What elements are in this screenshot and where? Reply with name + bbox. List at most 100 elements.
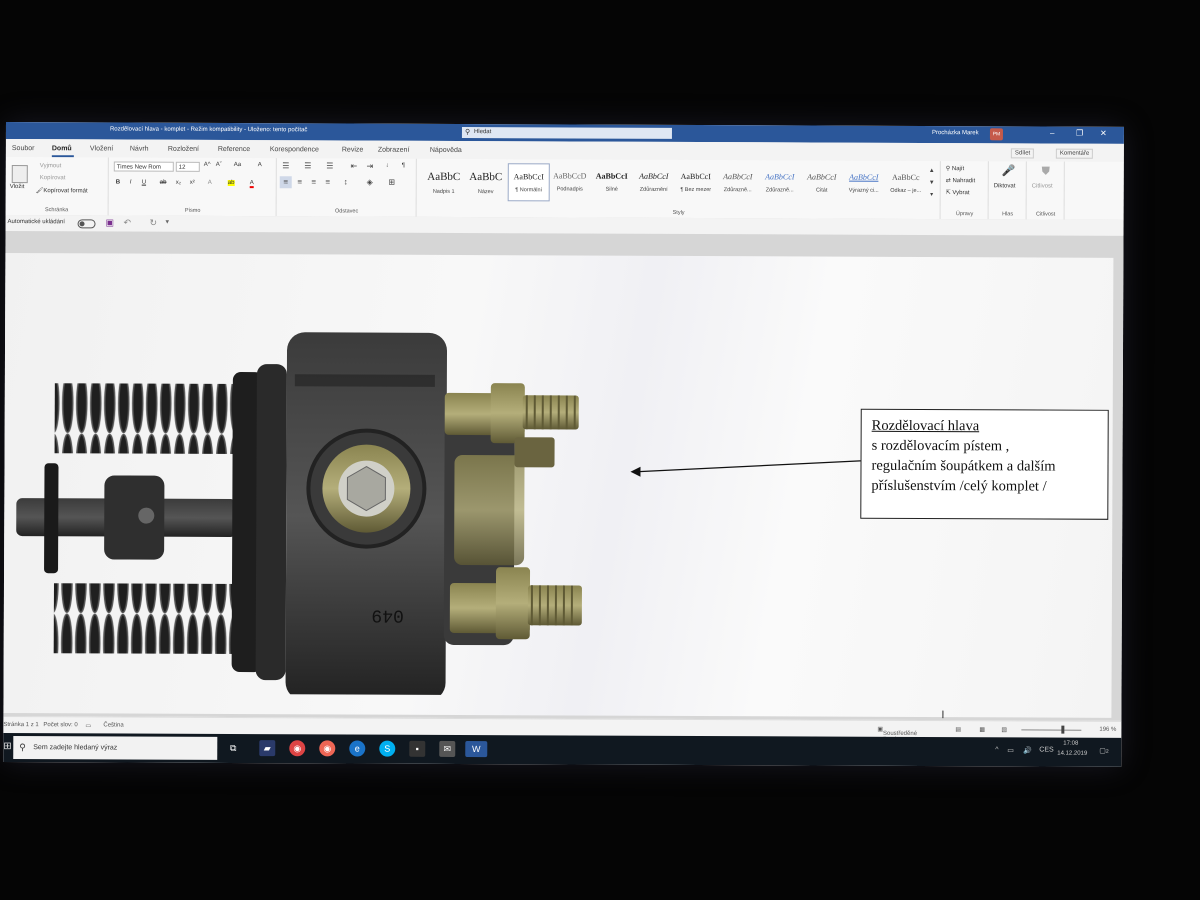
subscript-button[interactable]: x₂ <box>176 180 181 186</box>
style-item[interactable]: AaBbC Název <box>466 163 506 199</box>
sensitivity-icon[interactable]: ⛊ <box>1040 166 1052 178</box>
italic-button[interactable]: I <box>130 180 132 186</box>
notifications-icon[interactable]: ▢2 <box>1099 747 1108 755</box>
volume-icon[interactable]: 🔊 <box>1023 746 1032 754</box>
page-count[interactable]: Stránka 1 z 1 <box>3 722 38 728</box>
find-button[interactable]: ⚲ Najít <box>946 165 964 172</box>
clock-date[interactable]: 14.12.2019 <box>1057 751 1087 757</box>
tab-rozlozeni[interactable]: Rozložení <box>168 146 199 153</box>
font-size-select[interactable]: 12 <box>175 161 200 172</box>
decrease-indent-icon[interactable]: ⇤ <box>348 160 360 172</box>
comments-button[interactable]: Komentáře <box>1055 148 1094 159</box>
style-item[interactable]: AaBbCc Odkaz – je... <box>886 165 926 201</box>
autosave-toggle[interactable] <box>77 219 96 229</box>
style-item[interactable]: AaBbCcI Zdůrazně... <box>718 164 758 200</box>
network-icon[interactable]: ▭ <box>1007 746 1014 754</box>
input-language[interactable]: CES <box>1039 747 1053 754</box>
sensitivity-button[interactable]: Citlivost <box>1032 183 1053 189</box>
word-count[interactable]: Počet slov: 0 <box>43 722 77 728</box>
format-painter-button[interactable]: 🖌Kopírovat formát <box>36 187 88 194</box>
highlight-button[interactable]: ab <box>227 179 235 186</box>
line-spacing-icon[interactable]: ↕ <box>340 176 352 188</box>
mail-icon[interactable]: ✉ <box>439 740 456 757</box>
share-button[interactable]: Sdílet <box>1010 148 1035 159</box>
style-item[interactable]: AaBbCcI Citát <box>802 164 842 200</box>
multilevel-list-icon[interactable]: ☰ <box>324 160 336 172</box>
styles-scroll-down-icon[interactable]: ▼ <box>926 177 938 189</box>
print-layout-icon[interactable]: ▦ <box>979 726 985 733</box>
document-page[interactable]: 049 Rozdělovací hlava s rozdělovacím pís… <box>3 252 1114 721</box>
tab-revize[interactable]: Revize <box>342 146 363 153</box>
change-case-button[interactable]: Aa <box>234 162 241 168</box>
shrink-font-button[interactable]: Aˇ <box>216 162 222 168</box>
cut-button[interactable]: Vyjmout <box>40 163 61 169</box>
text-effects-button[interactable]: A <box>208 180 212 186</box>
app-icon[interactable]: ▪ <box>409 740 426 757</box>
clock-time[interactable]: 17:08 <box>1063 741 1078 747</box>
avatar[interactable]: PM <box>989 128 1003 141</box>
zoom-slider-thumb[interactable] <box>1061 725 1065 734</box>
explorer-icon[interactable]: ▰ <box>259 740 276 757</box>
user-name[interactable]: Procházka Marek <box>932 130 979 136</box>
underline-button[interactable]: U <box>142 180 146 186</box>
dictate-button[interactable]: Diktovat <box>994 183 1016 189</box>
style-item[interactable]: AaBbCcI ¶ Normální <box>507 163 550 202</box>
tab-navrh[interactable]: Návrh <box>130 146 149 153</box>
grow-font-button[interactable]: A^ <box>204 162 211 168</box>
language-indicator[interactable]: Čeština <box>103 722 123 728</box>
style-item[interactable]: AaBbC Nadpis 1 <box>424 163 464 199</box>
numbering-icon[interactable]: ☰ <box>302 160 314 172</box>
skype-icon[interactable]: S <box>379 740 396 757</box>
taskbar-search[interactable]: ⚲ Sem zadejte hledaný výraz <box>13 736 218 760</box>
edge-icon[interactable]: e <box>349 740 366 757</box>
shading-icon[interactable]: ◈ <box>364 177 376 189</box>
tab-napoveda[interactable]: Nápověda <box>430 147 462 154</box>
styles-more-icon[interactable]: ▾ <box>926 189 938 201</box>
customize-qat-icon[interactable]: ▾ <box>166 218 170 226</box>
styles-scroll-up-icon[interactable]: ▲ <box>926 165 938 177</box>
task-view-icon[interactable]: ⧉ <box>225 740 241 756</box>
strikethrough-button[interactable]: ab <box>160 180 167 186</box>
copy-button[interactable]: Kopírovat <box>40 175 66 181</box>
bullets-icon[interactable]: ☰ <box>280 160 292 172</box>
style-item[interactable]: AaBbCcI Zdůraznění <box>634 164 674 200</box>
paste-button[interactable]: Vložit <box>10 184 25 190</box>
tab-korespondence[interactable]: Korespondence <box>270 146 319 153</box>
tab-vlozeni[interactable]: Vložení <box>90 145 113 152</box>
web-layout-icon[interactable]: ▧ <box>1001 726 1007 733</box>
search-box[interactable]: ⚲ Hledat <box>461 126 672 139</box>
sort-button[interactable]: ↓ <box>386 163 389 169</box>
start-icon[interactable]: ⊞ <box>3 741 11 752</box>
zoom-level[interactable]: 196 % <box>1099 727 1116 733</box>
tab-zobrazeni[interactable]: Zobrazení <box>378 147 410 154</box>
word-taskbar-icon[interactable]: W <box>465 741 488 758</box>
paste-icon[interactable] <box>11 165 28 184</box>
font-color-button[interactable]: A <box>249 180 254 189</box>
chrome-icon[interactable]: ◉ <box>289 740 306 757</box>
show-marks-button[interactable]: ¶ <box>402 163 405 169</box>
close-button[interactable]: ✕ <box>1100 129 1107 138</box>
style-item[interactable]: AaBbCcI Silné <box>592 164 632 200</box>
align-left-icon[interactable]: ≡ <box>279 176 292 189</box>
tab-reference[interactable]: Reference <box>218 146 250 153</box>
font-name-select[interactable]: Times New Rom <box>113 161 174 172</box>
select-button[interactable]: ⇱ Vybrat <box>946 189 970 196</box>
zoom-slider[interactable] <box>1021 729 1082 731</box>
align-center-icon[interactable]: ≡ <box>294 176 306 188</box>
borders-icon[interactable]: ⊞ <box>386 177 398 189</box>
redo-icon[interactable]: ↻ <box>150 218 158 229</box>
justify-icon[interactable]: ≡ <box>322 176 334 188</box>
align-right-icon[interactable]: ≡ <box>308 176 320 188</box>
proofing-icon[interactable]: ▭ <box>85 722 91 729</box>
read-mode-icon[interactable]: ▤ <box>955 726 961 733</box>
bold-button[interactable]: B <box>116 179 120 185</box>
minimize-button[interactable]: – <box>1050 129 1054 138</box>
tab-soubor[interactable]: Soubor <box>12 145 35 152</box>
tray-chevron-icon[interactable]: ^ <box>995 746 998 753</box>
undo-icon[interactable]: ↶ <box>124 218 132 229</box>
restore-button[interactable]: ❐ <box>1076 129 1083 138</box>
superscript-button[interactable]: x² <box>190 180 195 186</box>
style-item[interactable]: AaBbCcI Výrazný ci... <box>844 165 884 201</box>
microphone-icon[interactable]: 🎤 <box>1002 165 1016 177</box>
firefox-icon[interactable]: ◉ <box>319 740 336 757</box>
